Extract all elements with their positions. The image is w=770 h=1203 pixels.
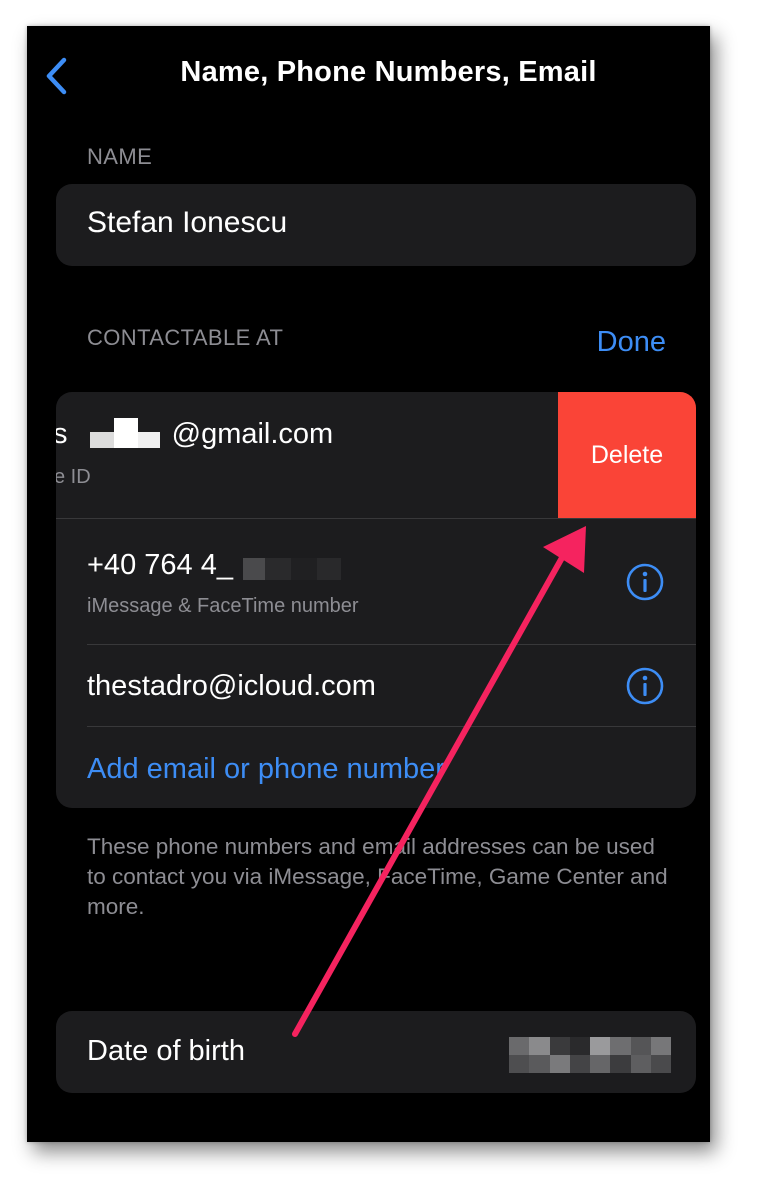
info-circle-icon: [626, 563, 664, 601]
name-card[interactable]: Stefan Ionescu: [56, 184, 696, 266]
name-value: Stefan Ionescu: [87, 206, 288, 239]
done-button[interactable]: Done: [597, 326, 666, 359]
contact-row-gmail[interactable]: s @gmail.com e ID Delete: [56, 392, 696, 518]
phone-row-subtitle: iMessage & FaceTime number: [87, 595, 359, 617]
icloud-row-value: thestadro@icloud.com: [87, 670, 376, 702]
contactable-section-header: CONTACTABLE AT: [87, 325, 284, 350]
gmail-row-subtitle: e ID: [56, 466, 91, 488]
contact-row-icloud[interactable]: thestadro@icloud.com: [56, 645, 696, 726]
name-section-header: NAME: [87, 144, 153, 169]
contact-row-phone[interactable]: +40 764 4_ iMessage & FaceTime number: [56, 519, 696, 644]
settings-screen: Name, Phone Numbers, Email NAME Stefan I…: [27, 26, 710, 1142]
gmail-prefix: s: [56, 418, 68, 450]
gmail-row-value: s @gmail.com: [56, 418, 333, 452]
delete-button[interactable]: Delete: [558, 392, 696, 518]
add-contact-row[interactable]: Add email or phone number: [56, 727, 696, 808]
phone-row-value: +40 764 4_: [87, 549, 343, 582]
info-circle-icon: [626, 667, 664, 705]
redacted-date-of-birth: [509, 1037, 671, 1073]
page-title: Name, Phone Numbers, Email: [180, 56, 597, 88]
phone-info-button[interactable]: [626, 563, 664, 601]
redacted-email-block: [78, 418, 162, 452]
chevron-left-icon: [46, 57, 67, 95]
date-of-birth-label: Date of birth: [87, 1035, 245, 1067]
icloud-info-button[interactable]: [626, 667, 664, 705]
back-button[interactable]: [37, 54, 77, 98]
phone-number: +40 764 4_: [87, 549, 233, 581]
contactable-footnote: These phone numbers and email addresses …: [87, 834, 668, 919]
gmail-suffix: @gmail.com: [171, 418, 334, 450]
navigation-bar: Name, Phone Numbers, Email: [27, 26, 710, 126]
date-of-birth-card[interactable]: Date of birth: [56, 1011, 696, 1093]
redacted-phone-block: [243, 558, 343, 582]
add-email-or-phone-link[interactable]: Add email or phone number: [87, 753, 445, 786]
contactable-card: s @gmail.com e ID Delete +40 764 4_ iMes…: [56, 392, 696, 808]
